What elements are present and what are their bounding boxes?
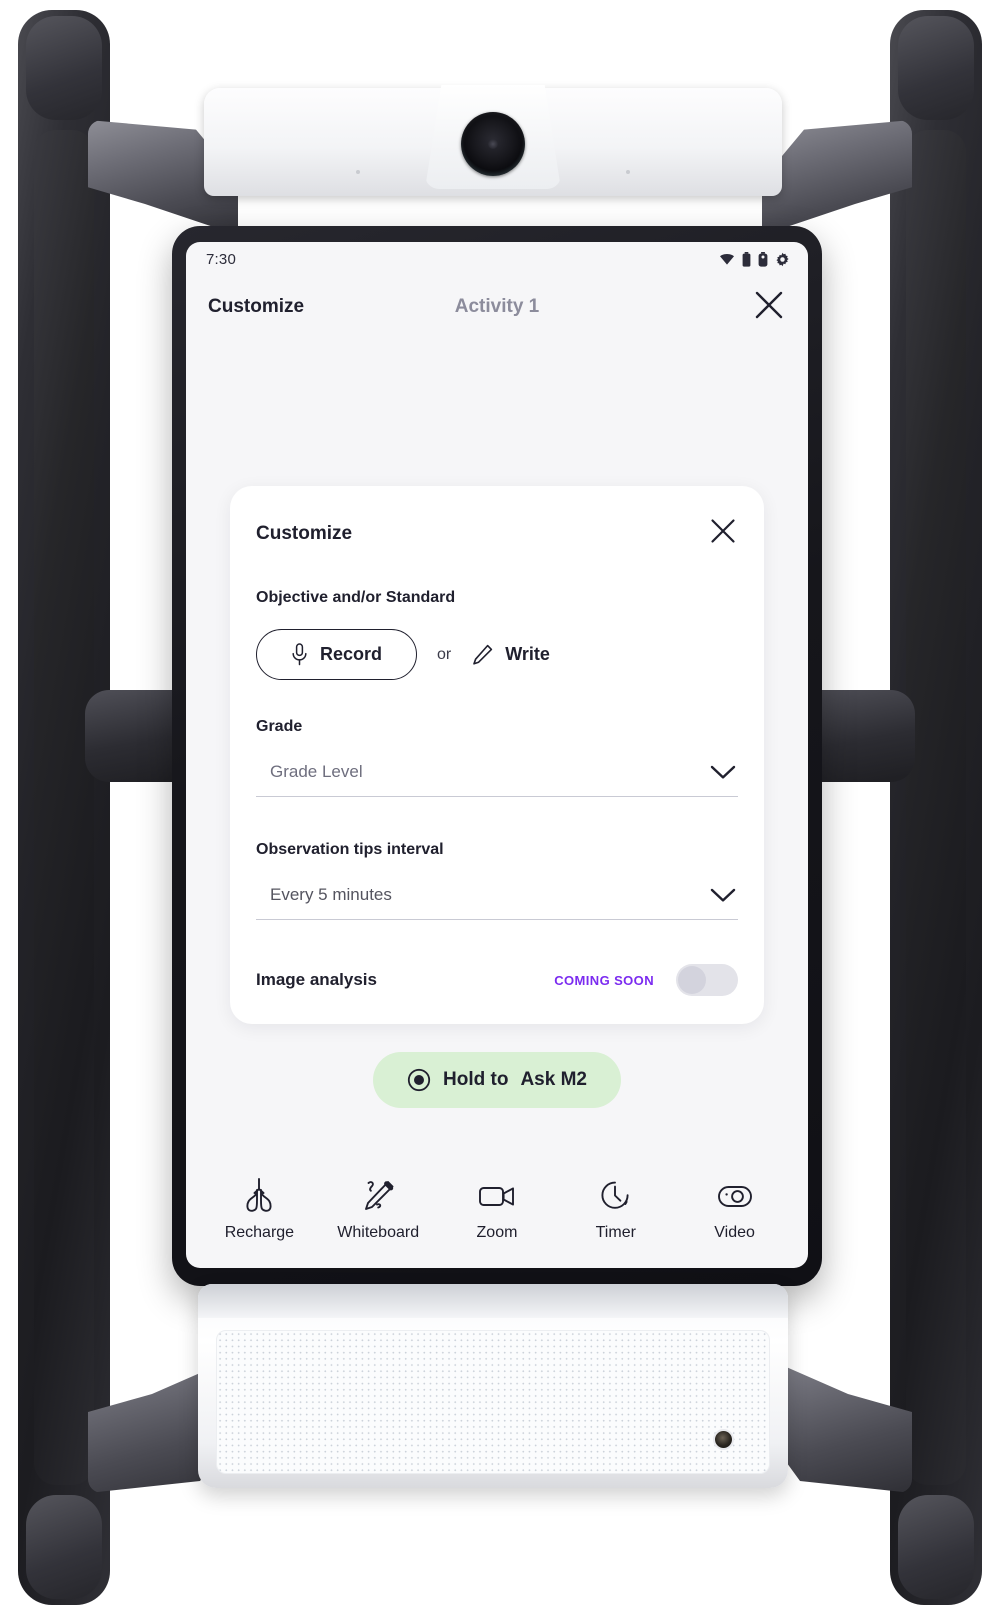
chevron-down-icon [710, 765, 736, 779]
image-analysis-row: Image analysis COMING SOON [256, 964, 738, 996]
post-cap-bottom-left [26, 1495, 102, 1599]
post-inner-left [34, 130, 94, 1485]
write-button-label: Write [505, 644, 550, 664]
speaker-base [198, 1284, 788, 1488]
base-top-edge [198, 1284, 788, 1318]
grade-select[interactable]: Grade Level [256, 758, 738, 797]
hold-to-ask-button[interactable]: Hold to Ask M2 [373, 1052, 621, 1108]
app-bar: Customize Activity 1 [186, 276, 808, 338]
eye-lens-icon [717, 1186, 752, 1207]
video-camera-icon [479, 1187, 514, 1206]
page-title: Customize [208, 296, 305, 317]
pencil-icon [473, 644, 493, 665]
camera-head [204, 85, 782, 196]
chevron-down-icon [710, 888, 736, 902]
screenshot-stage: 7:30 Customize Activity 1 Customize Obje… [0, 0, 1000, 1613]
nav-label: Whiteboard [337, 1224, 420, 1241]
ask-button-emphasis: Ask M2 [520, 1069, 587, 1090]
battery-secondary-icon [758, 251, 768, 267]
robot-frame-post-left [18, 10, 110, 1605]
tablet-screen: 7:30 Customize Activity 1 Customize Obje… [186, 242, 808, 1268]
toggle-knob [678, 966, 706, 994]
nav-label: Recharge [224, 1224, 295, 1241]
nav-item-recharge[interactable]: Recharge [204, 1176, 314, 1242]
record-button-label: Record [320, 644, 383, 664]
post-cap-top-left [26, 16, 102, 120]
nav-item-zoom[interactable]: Zoom [442, 1176, 552, 1242]
observation-interval-select[interactable]: Every 5 minutes [256, 881, 738, 920]
nav-label: Timer [595, 1224, 636, 1241]
microphone-port-right [626, 170, 630, 174]
grade-select-value: Grade Level [270, 762, 363, 781]
nav-label: Zoom [476, 1224, 518, 1241]
image-analysis-label: Image analysis [256, 970, 377, 989]
or-separator-label: or [437, 645, 452, 663]
wifi-icon [720, 253, 734, 265]
microphone-port-left [356, 170, 360, 174]
image-analysis-controls: COMING SOON [554, 964, 738, 996]
write-button[interactable]: Write [471, 643, 550, 666]
post-inner-right [906, 130, 966, 1485]
nav-item-whiteboard[interactable]: Whiteboard [323, 1176, 433, 1242]
objective-label: Objective and/or Standard [256, 589, 456, 606]
nav-item-timer[interactable]: Timer [561, 1176, 671, 1242]
camera-lens-icon [461, 112, 525, 176]
battery-icon [742, 251, 751, 267]
tablet-device: 7:30 Customize Activity 1 Customize Obje… [172, 226, 822, 1286]
card-header: Customize [256, 516, 738, 551]
record-dot-icon [407, 1068, 431, 1092]
card-close-button[interactable] [708, 516, 738, 551]
objective-input-row: Record or Write [256, 629, 738, 680]
gear-icon [776, 252, 789, 266]
ask-button-prefix: Hold to [443, 1069, 509, 1090]
bottom-navigation: Recharge Whiteboard Zoom Timer Video [186, 1176, 808, 1242]
power-port-icon [715, 1431, 732, 1448]
nav-item-video[interactable]: Video [680, 1176, 790, 1242]
close-icon [711, 519, 735, 543]
microphone-icon [292, 643, 307, 666]
speaker-grille [216, 1330, 770, 1474]
lungs-icon [246, 1178, 272, 1212]
close-icon [755, 291, 783, 318]
record-button[interactable]: Record [256, 629, 418, 680]
post-cap-top-right [898, 16, 974, 120]
clock-icon [601, 1181, 629, 1209]
image-analysis-toggle[interactable] [676, 964, 738, 996]
observation-interval-label: Observation tips interval [256, 841, 444, 858]
card-title: Customize [256, 522, 353, 544]
ask-button-container: Hold to Ask M2 [186, 1052, 808, 1108]
observation-interval-value: Every 5 minutes [270, 885, 392, 904]
status-bar-clock: 7:30 [206, 250, 236, 268]
post-cap-bottom-right [898, 1495, 974, 1599]
robot-frame-post-right [890, 10, 982, 1605]
magic-pencil-icon [365, 1181, 394, 1210]
close-button[interactable] [752, 288, 786, 327]
customize-card: Customize Objective and/or Standard Reco… [230, 486, 764, 1024]
coming-soon-badge: COMING SOON [554, 972, 654, 988]
screen-content: Customize Objective and/or Standard Reco… [186, 338, 808, 1268]
grade-label: Grade [256, 718, 303, 735]
nav-label: Video [714, 1224, 755, 1241]
activity-label: Activity 1 [454, 296, 540, 317]
status-bar-icons [719, 251, 790, 267]
status-bar: 7:30 [186, 242, 808, 276]
